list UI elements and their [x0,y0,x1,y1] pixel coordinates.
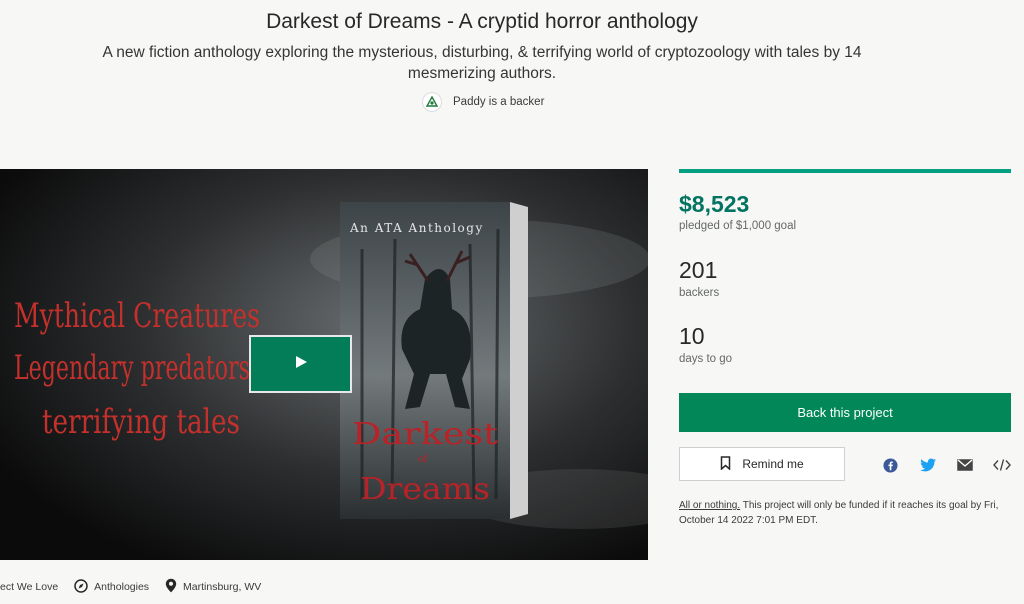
compass-icon [74,578,88,596]
back-project-button[interactable]: Back this project [679,393,1011,432]
overlay-line-1: Mythical Creatures [14,296,260,336]
book-title-2: Dreams [360,472,490,507]
remind-me-label: Remind me [742,457,804,471]
tag-location[interactable]: Martinsburg, WV [165,578,261,596]
remind-me-button[interactable]: Remind me [679,447,845,481]
book-cover: An ATA Anthology Darkest of Dreams [340,202,528,519]
play-icon [294,355,308,374]
backers-count: 201 [679,257,718,283]
book-title-of: of [418,454,429,465]
email-icon[interactable] [956,456,974,474]
book-series: An ATA Anthology [349,221,484,235]
tag-project-we-love-label: ect We Love [0,581,59,593]
days-to-go: 10 [679,323,705,349]
tag-category-label: Anthologies [94,581,150,593]
book-title-1: Darkest [352,417,498,452]
project-subtitle: A new fiction anthology exploring the my… [102,44,862,82]
pledged-amount: $8,523 [679,191,750,217]
backer-note-text: Paddy is a backer [453,96,545,108]
funding-fine-print: All or nothing. This project will only b… [679,498,1011,528]
bookmark-icon [720,455,731,473]
twitter-icon[interactable] [919,456,937,474]
backers-label: backers [679,287,720,299]
facebook-icon[interactable] [881,456,899,474]
backer-avatar-icon [422,92,442,112]
pledged-label: pledged of $1,000 goal [679,220,797,232]
tag-category[interactable]: Anthologies [74,578,150,596]
map-pin-icon [165,578,177,596]
overlay-line-2: Legendary predators [14,348,250,388]
tag-location-label: Martinsburg, WV [183,581,262,593]
play-button[interactable] [249,335,352,393]
funding-progress-fill [679,169,1011,173]
days-label: days to go [679,353,733,365]
overlay-line-3: terrifying tales [42,402,240,442]
funding-progress-bar [679,169,1011,173]
tag-project-we-love[interactable]: ect We Love [0,581,58,593]
embed-icon[interactable] [993,456,1011,474]
project-title: Darkest of Dreams - A cryptid horror ant… [266,10,698,33]
project-tags: ect We Love Anthologies Martinsburg, WV [0,578,277,596]
all-or-nothing-link[interactable]: All or nothing. [679,500,740,511]
backer-note[interactable]: Paddy is a backer [422,92,544,112]
